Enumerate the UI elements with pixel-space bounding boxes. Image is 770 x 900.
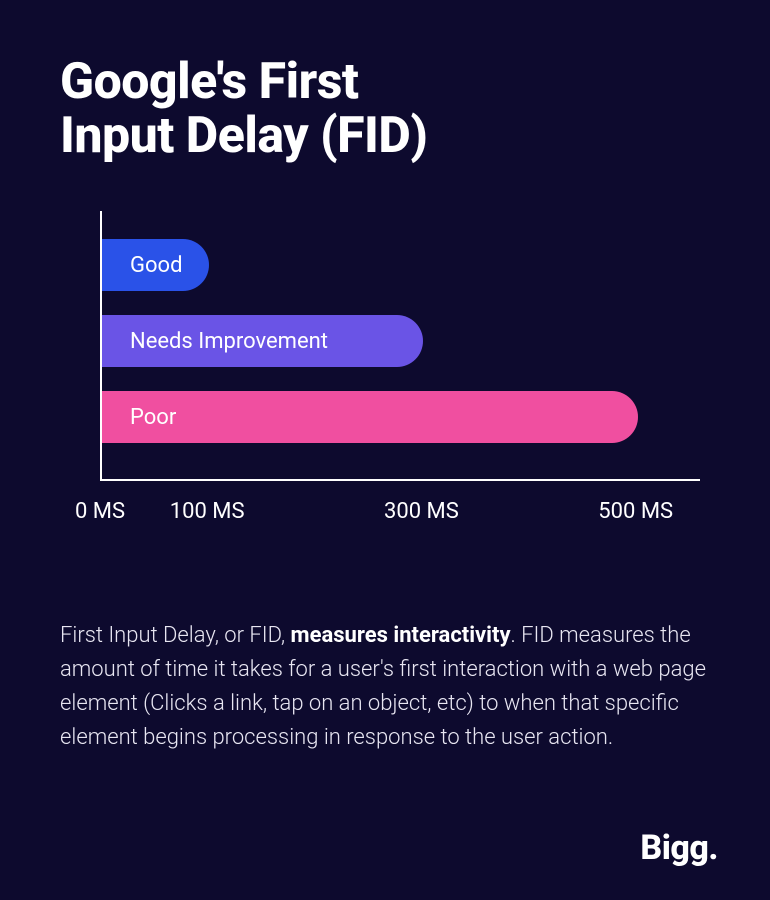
description-text: First Input Delay, or FID, measures inte… xyxy=(60,619,710,755)
x-tick: 100 MS xyxy=(170,499,245,524)
bar-label: Needs Improvement xyxy=(130,329,328,354)
desc-pre: First Input Delay, or FID, xyxy=(60,623,291,648)
x-tick: 0 MS xyxy=(75,499,125,524)
bar-poor: Poor xyxy=(102,391,638,443)
bar-label: Good xyxy=(130,253,183,278)
bar-needs-improvement: Needs Improvement xyxy=(102,315,423,367)
x-axis: 0 MS 100 MS 300 MS 500 MS xyxy=(70,499,700,529)
chart-plot-area: Good Needs Improvement Poor xyxy=(100,211,700,481)
page-title: Google's First Input Delay (FID) xyxy=(60,55,710,163)
title-line-2: Input Delay (FID) xyxy=(60,107,427,165)
fid-chart: GoodNeeds ImprovementPoor 0 MS100 MS300 … xyxy=(100,211,700,529)
desc-bold: measures interactivity xyxy=(291,623,511,648)
bar-label: Poor xyxy=(130,405,176,430)
title-line-1: Google's First xyxy=(60,53,358,111)
x-tick: 500 MS xyxy=(598,499,673,524)
bar-good: Good xyxy=(102,239,209,291)
brand-logo: Bigg. xyxy=(640,828,718,868)
x-tick: 300 MS xyxy=(384,499,459,524)
